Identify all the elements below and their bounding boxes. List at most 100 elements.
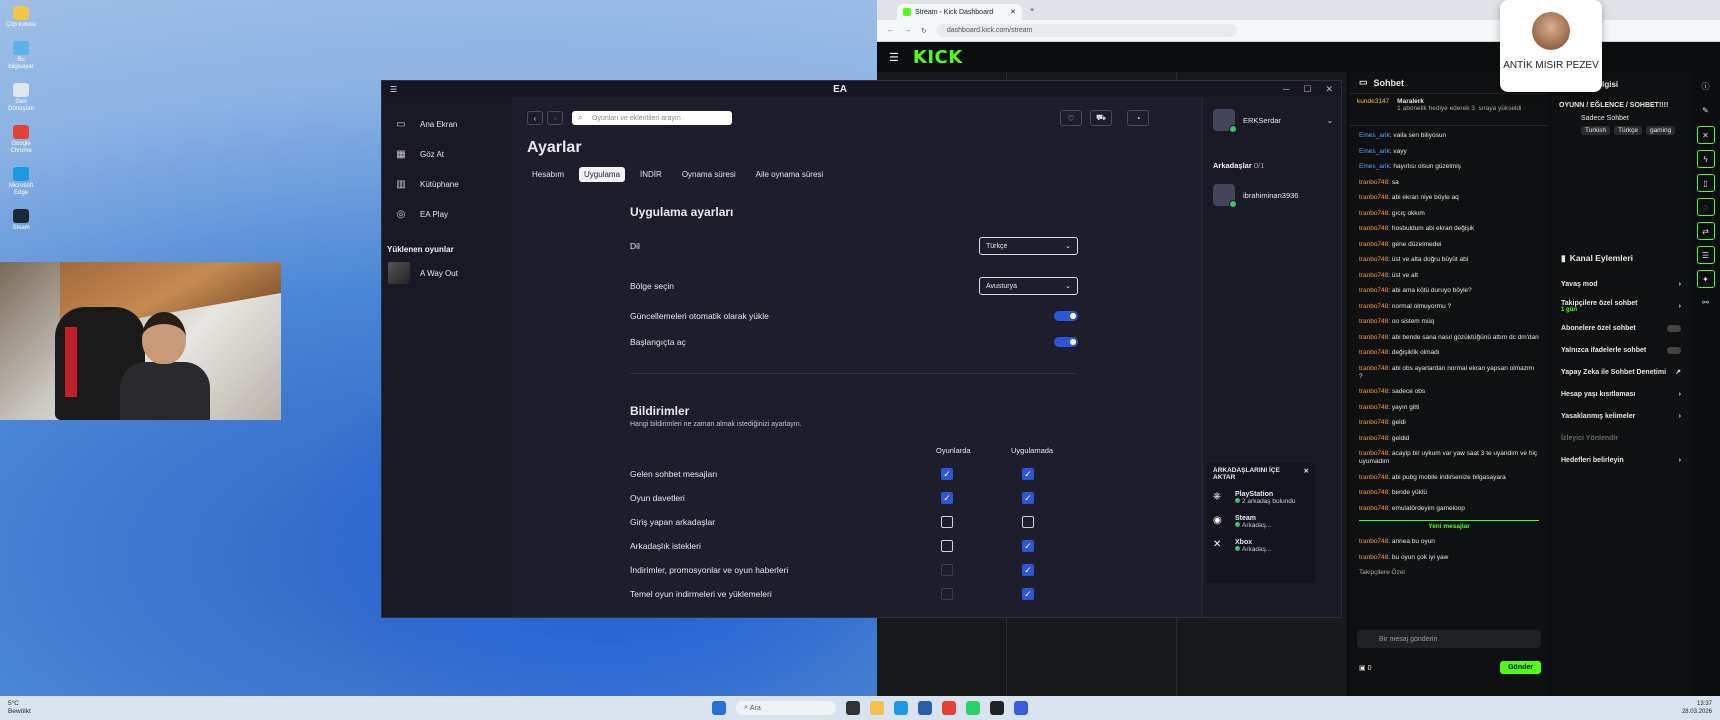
chat-username[interactable]: tranbo748 bbox=[1359, 194, 1388, 201]
notification-icon[interactable]: ◔ bbox=[1127, 110, 1149, 126]
chat-username[interactable]: Emes_arik bbox=[1359, 132, 1390, 139]
maximize-icon[interactable]: ☐ bbox=[1303, 84, 1311, 95]
settings-tab[interactable]: Aile oynama süresi bbox=[751, 167, 829, 182]
import-item[interactable]: ◉ Steam Arkadaş... bbox=[1213, 515, 1309, 529]
channel-action[interactable]: Yasaklanmış kelimeler › bbox=[1551, 405, 1691, 427]
chat-username[interactable]: tranbo748 bbox=[1359, 554, 1388, 561]
arrows-icon[interactable]: ⇄ bbox=[1696, 222, 1715, 240]
clock[interactable]: 13:37 28.03.2026 bbox=[1682, 700, 1712, 716]
chat-username[interactable]: tranbo748 bbox=[1359, 334, 1388, 341]
ingame-checkbox[interactable]: ✓ bbox=[941, 468, 953, 480]
chat-username[interactable]: tranbo748 bbox=[1359, 435, 1388, 442]
info-icon[interactable]: ⓘ bbox=[1697, 78, 1715, 96]
chat-bubble-icon[interactable]: ◌ bbox=[1696, 198, 1715, 216]
desktop-icon[interactable]: Google Chrome bbox=[4, 125, 38, 155]
weather-widget[interactable]: 5°C Bewölkt bbox=[8, 700, 31, 716]
close-icon[interactable]: ✕ bbox=[1696, 126, 1715, 144]
sidebar-item[interactable]: ▭ Ana Ekran bbox=[382, 109, 512, 139]
desktop-icon[interactable]: Bu bilgisayar bbox=[4, 41, 38, 71]
send-button[interactable]: Gönder bbox=[1500, 661, 1541, 674]
stream-tag[interactable]: Türkçe bbox=[1614, 126, 1642, 135]
list-icon[interactable]: ☰ bbox=[1696, 246, 1715, 264]
chat-username[interactable]: tranbo748 bbox=[1359, 179, 1388, 186]
app-checkbox[interactable] bbox=[1022, 516, 1034, 528]
chat-username[interactable]: Emes_arik bbox=[1359, 163, 1390, 170]
chat-username[interactable]: tranbo748 bbox=[1359, 303, 1388, 310]
chat-username[interactable]: tranbo748 bbox=[1359, 318, 1388, 325]
sidebar-item[interactable]: ▥ Kütüphane bbox=[382, 169, 512, 199]
menu-icon[interactable]: ☰ bbox=[889, 51, 899, 64]
chat-username[interactable]: tranbo748 bbox=[1359, 489, 1388, 496]
reload-icon[interactable]: ↻ bbox=[921, 27, 927, 35]
forward-icon[interactable]: → bbox=[904, 27, 911, 34]
desktop-icon[interactable]: Steam bbox=[4, 209, 38, 232]
stream-tag[interactable]: Turkish bbox=[1581, 126, 1611, 135]
chevron-down-icon[interactable]: ⌄ bbox=[1327, 116, 1333, 125]
chat-username[interactable]: tranbo748 bbox=[1359, 241, 1388, 248]
channel-action[interactable]: Abonelere özel sohbet bbox=[1551, 317, 1691, 339]
back-icon[interactable]: ← bbox=[887, 27, 894, 34]
close-icon[interactable]: ✕ bbox=[1304, 467, 1309, 481]
cart-icon[interactable]: ⛟ bbox=[1090, 110, 1112, 126]
chat-username[interactable]: tranbo748 bbox=[1359, 365, 1388, 372]
region-dropdown[interactable]: Avusturya ⌄ bbox=[979, 277, 1078, 295]
channel-action[interactable]: Hesap yaşı kısıtlaması › bbox=[1551, 383, 1691, 405]
profile-popup[interactable]: ANTİK MISIR PEZEV bbox=[1500, 0, 1602, 92]
chat-username[interactable]: tranbo748 bbox=[1359, 450, 1388, 457]
ingame-checkbox[interactable] bbox=[941, 540, 953, 552]
channel-action[interactable]: Yalnızca ifadelerle sohbet bbox=[1551, 339, 1691, 361]
language-dropdown[interactable]: Türkçe ⌄ bbox=[979, 237, 1078, 255]
chat-username[interactable]: Emes_arik bbox=[1359, 148, 1390, 155]
new-tab-icon[interactable]: + bbox=[1030, 7, 1034, 14]
import-item[interactable]: ⎈ PlayStation 2 arkadaş bulundu bbox=[1213, 491, 1309, 505]
minimize-icon[interactable]: ─ bbox=[1283, 84, 1289, 95]
ingame-checkbox[interactable]: ✓ bbox=[941, 492, 953, 504]
app-checkbox[interactable]: ✓ bbox=[1022, 588, 1034, 600]
desktop-icon[interactable]: Geri Dönüşüm bbox=[4, 83, 38, 113]
edit-icon[interactable]: ✎ bbox=[1697, 102, 1715, 120]
app-checkbox[interactable]: ✓ bbox=[1022, 468, 1034, 480]
obs-icon[interactable] bbox=[990, 701, 1004, 715]
task-view-icon[interactable] bbox=[846, 701, 860, 715]
mobile-icon[interactable]: ▯ bbox=[1696, 174, 1715, 192]
chat-username[interactable]: tranbo748 bbox=[1359, 225, 1388, 232]
chat-username[interactable]: tranbo748 bbox=[1359, 419, 1388, 426]
settings-tab[interactable]: Oynama süresi bbox=[677, 167, 741, 182]
chat-username[interactable]: tranbo748 bbox=[1359, 474, 1388, 481]
installed-game-item[interactable]: A Way Out bbox=[382, 262, 512, 284]
app-checkbox[interactable]: ✓ bbox=[1022, 564, 1034, 576]
friend-item[interactable]: ibrahiminan3936 bbox=[1203, 178, 1341, 212]
toggle-switch[interactable] bbox=[1667, 324, 1681, 332]
desktop-icon[interactable]: Microsoft Edge bbox=[4, 167, 38, 197]
settings-tab[interactable]: Uygulama bbox=[579, 167, 626, 182]
edge-icon[interactable] bbox=[894, 701, 908, 715]
chat-username[interactable]: tranbo748 bbox=[1359, 287, 1388, 294]
chat-username[interactable]: tranbo748 bbox=[1359, 505, 1388, 512]
sidebar-item[interactable]: ◎ EA Play bbox=[382, 199, 512, 229]
shuffle-icon[interactable]: ⚯ bbox=[1697, 294, 1715, 312]
wishlist-icon[interactable]: ♡ bbox=[1060, 110, 1082, 126]
url-field[interactable]: dashboard.kick.com/stream bbox=[936, 24, 1237, 37]
chat-username[interactable]: tranbo748 bbox=[1359, 256, 1388, 263]
wrench-icon[interactable]: ✦ bbox=[1696, 270, 1715, 288]
browser-tab[interactable]: Stream - Kick Dashboard ✕ bbox=[897, 4, 1022, 20]
channel-action[interactable]: Yavaş mod › bbox=[1551, 273, 1691, 295]
chat-username[interactable]: tranbo748 bbox=[1359, 538, 1388, 545]
kick-logo[interactable]: KICK bbox=[913, 47, 963, 68]
import-item[interactable]: ✕ Xbox Arkadaş... bbox=[1213, 539, 1309, 553]
settings-tab[interactable]: İNDİR bbox=[635, 167, 667, 182]
tab-close-icon[interactable]: ✕ bbox=[1010, 8, 1016, 16]
chat-username[interactable]: tranbo748 bbox=[1359, 388, 1388, 395]
chrome-icon[interactable] bbox=[942, 701, 956, 715]
chat-username[interactable]: tranbo748 bbox=[1359, 404, 1388, 411]
startup-toggle[interactable] bbox=[1054, 337, 1078, 347]
ingame-checkbox[interactable] bbox=[941, 564, 953, 576]
ea-icon[interactable] bbox=[1014, 701, 1028, 715]
app-checkbox[interactable]: ✓ bbox=[1022, 540, 1034, 552]
sidebar-item[interactable]: ▦ Göz At bbox=[382, 139, 512, 169]
forward-icon[interactable]: › bbox=[547, 111, 563, 125]
chat-username[interactable]: tranbo748 bbox=[1359, 210, 1388, 217]
auto-update-toggle[interactable] bbox=[1054, 311, 1078, 321]
back-icon[interactable]: ‹ bbox=[527, 111, 543, 125]
settings-tab[interactable]: Hesabım bbox=[527, 167, 569, 182]
